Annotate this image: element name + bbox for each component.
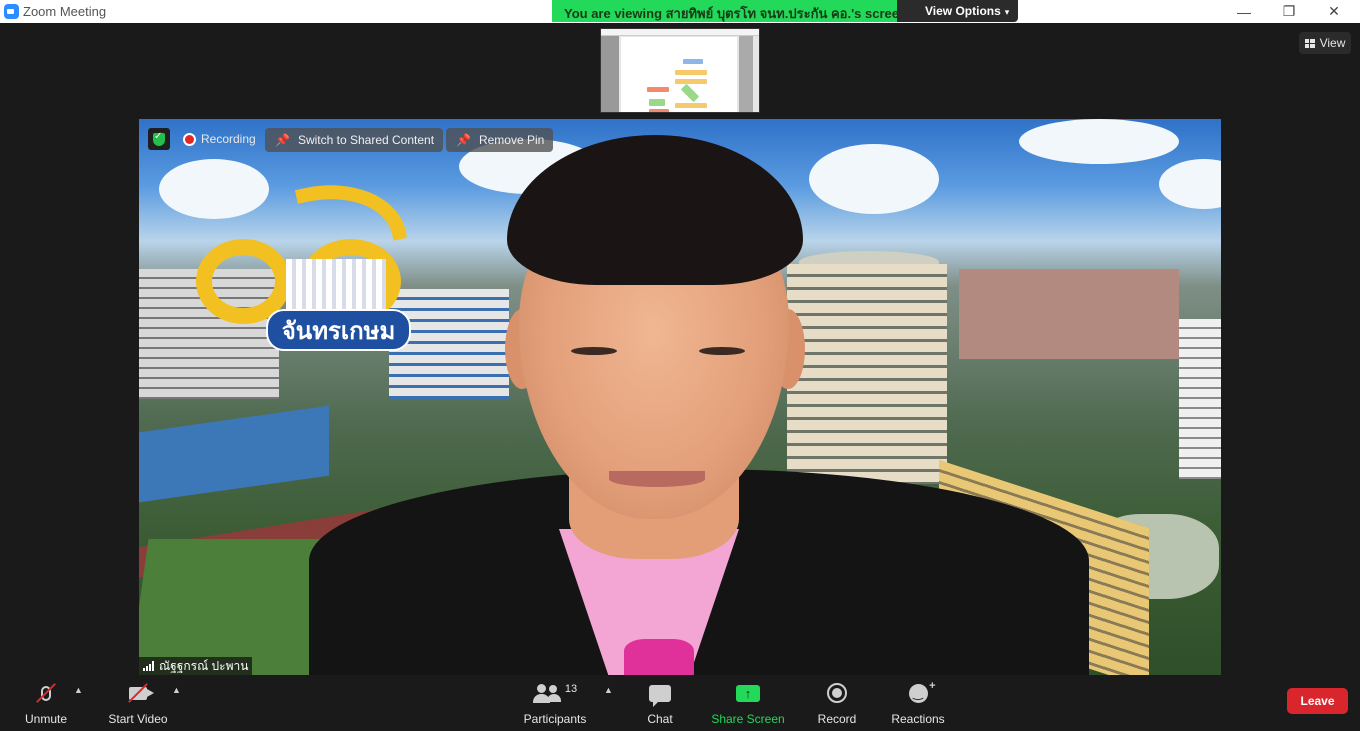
unmute-button[interactable]: Unmute bbox=[20, 680, 72, 726]
logo-text: จันทรเกษม bbox=[266, 309, 411, 351]
pin-icon: 📌 bbox=[275, 133, 290, 147]
share-screen-label: Share Screen bbox=[711, 712, 785, 726]
recording-indicator: Recording bbox=[183, 129, 256, 149]
stadium bbox=[139, 405, 329, 503]
university-logo: จันทรเกษม bbox=[191, 169, 421, 369]
shield-icon bbox=[153, 131, 165, 146]
participant-name: ณัฐฐกรณ์ ปะพาน bbox=[159, 658, 249, 673]
encryption-shield[interactable] bbox=[148, 128, 170, 150]
person-mouth bbox=[609, 471, 705, 487]
switch-to-shared-content-button[interactable]: 📌 Switch to Shared Content bbox=[265, 128, 444, 152]
window-title: Zoom Meeting bbox=[23, 4, 107, 19]
view-button-label: View bbox=[1319, 36, 1346, 50]
shared-content-thumbnail[interactable] bbox=[600, 28, 760, 113]
thumbnail-toolbar bbox=[601, 29, 759, 36]
flowchart-node bbox=[647, 87, 669, 92]
tower-building bbox=[787, 264, 947, 484]
background-building bbox=[959, 269, 1179, 359]
switch-label: Switch to Shared Content bbox=[297, 133, 435, 147]
meeting-toolbar: Unmute ▲ Start Video ▲ 13 Participants ▲ bbox=[0, 675, 1360, 731]
share-banner: You are viewing สายทิพย์ บุตรโท จนท.ประก… bbox=[552, 0, 1018, 22]
app-icon bbox=[4, 4, 19, 19]
cloud bbox=[1159, 159, 1221, 209]
mic-muted-icon bbox=[36, 680, 56, 706]
participant-name-tag: ณัฐฐกรณ์ ปะพาน bbox=[139, 657, 253, 675]
flowchart-node bbox=[675, 70, 707, 75]
flowchart-node bbox=[680, 83, 700, 103]
flowchart-node bbox=[649, 109, 669, 112]
zoom-meeting-window: Zoom Meeting — ❐ ✕ You are viewing สายทิ… bbox=[0, 0, 1360, 731]
cloud bbox=[1019, 119, 1179, 164]
audio-options-caret[interactable]: ▲ bbox=[74, 685, 83, 695]
leave-button[interactable]: Leave bbox=[1287, 688, 1348, 714]
video-off-icon bbox=[128, 680, 154, 706]
minimize-button[interactable]: — bbox=[1222, 0, 1266, 23]
record-icon bbox=[827, 683, 847, 703]
record-dot-icon bbox=[183, 132, 196, 146]
person-eye bbox=[571, 347, 617, 355]
unmute-label: Unmute bbox=[24, 712, 68, 726]
record-label: Record bbox=[817, 712, 857, 726]
reactions-label: Reactions bbox=[891, 712, 945, 726]
video-options-caret[interactable]: ▲ bbox=[172, 685, 181, 695]
signal-icon bbox=[143, 661, 154, 671]
view-options-button[interactable]: View Options ▾ bbox=[897, 0, 1018, 22]
thumbnail-sidebar bbox=[601, 36, 619, 112]
flowchart-node bbox=[675, 79, 707, 84]
person-tie bbox=[624, 639, 694, 675]
chat-icon bbox=[649, 684, 671, 707]
start-video-button[interactable]: Start Video bbox=[106, 680, 170, 726]
chat-button[interactable]: Chat bbox=[640, 680, 680, 726]
participant-video[interactable]: จันทรเกษม Recording 📌 Switch to Shared C… bbox=[139, 119, 1221, 675]
flowchart-node bbox=[675, 103, 707, 108]
flowchart-node bbox=[649, 99, 665, 106]
background-building bbox=[1179, 319, 1221, 479]
cloud bbox=[809, 144, 939, 214]
reactions-button[interactable]: ‿ + Reactions bbox=[890, 680, 946, 727]
participants-options-caret[interactable]: ▲ bbox=[604, 685, 613, 695]
restore-button[interactable]: ❐ bbox=[1267, 0, 1311, 23]
pin-icon: 📌 bbox=[456, 133, 471, 147]
close-button[interactable]: ✕ bbox=[1312, 0, 1356, 23]
grid-view-icon bbox=[1304, 38, 1315, 48]
chat-label: Chat bbox=[647, 712, 673, 726]
chevron-down-icon: ▾ bbox=[1004, 7, 1010, 17]
record-button[interactable]: Record bbox=[816, 680, 858, 726]
remove-pin-button[interactable]: 📌 Remove Pin bbox=[446, 128, 554, 152]
thumbnail-sidebar-right bbox=[739, 36, 753, 112]
share-screen-icon: ↑ bbox=[736, 684, 760, 702]
share-screen-button[interactable]: ↑ Share Screen bbox=[711, 680, 785, 726]
viewing-screen-label: You are viewing สายทิพย์ บุตรโท จนท.ประก… bbox=[552, 0, 897, 22]
participants-label: Participants bbox=[523, 712, 587, 726]
thumbnail-page bbox=[621, 37, 737, 112]
recording-label: Recording bbox=[201, 132, 256, 146]
view-options-label: View Options bbox=[925, 4, 1001, 18]
participant-count: 13 bbox=[564, 683, 578, 695]
start-video-label: Start Video bbox=[108, 712, 168, 726]
remove-pin-label: Remove Pin bbox=[478, 133, 545, 147]
participants-icon bbox=[532, 683, 561, 703]
participants-button[interactable]: 13 Participants bbox=[522, 680, 588, 726]
view-button[interactable]: View bbox=[1299, 32, 1351, 54]
reactions-icon: ‿ + bbox=[908, 680, 936, 703]
person-eye bbox=[699, 347, 745, 355]
flowchart-node bbox=[683, 59, 703, 64]
